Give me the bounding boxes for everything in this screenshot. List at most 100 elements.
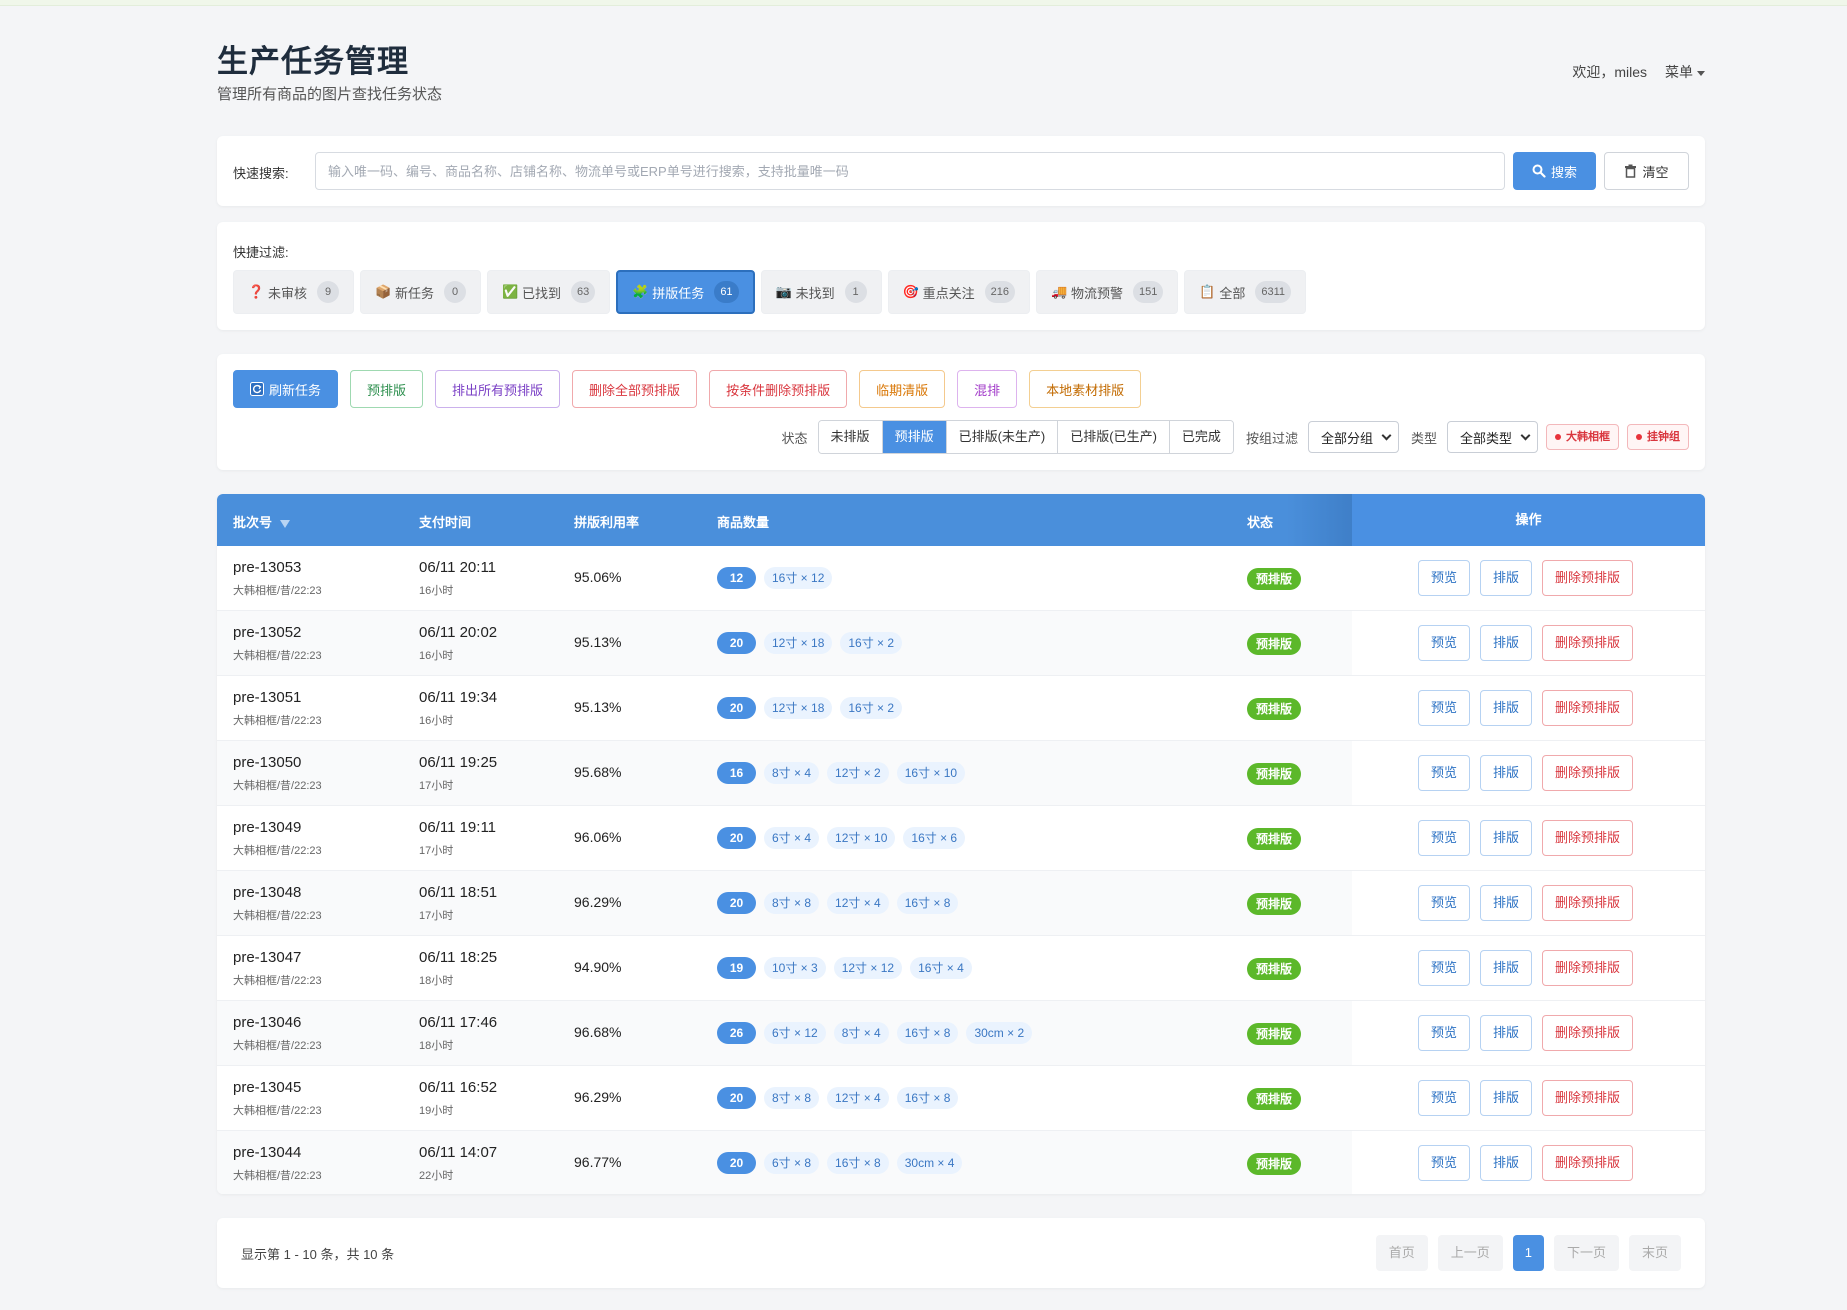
filter-unreviewed[interactable]: ❓ 未审核 9 [233,270,355,314]
preview-button[interactable]: 预览 [1418,885,1471,921]
size-chip: 12寸 × 18 [764,697,833,719]
status-option-pre-layout[interactable]: 预排版 [882,421,947,453]
qty-total-badge: 20 [717,827,756,849]
delete-pre-layout-button[interactable]: 删除预排版 [1542,950,1634,986]
pay-time-ago: 16小时 [419,585,454,597]
column-header-label: 批次号 [233,515,273,530]
row-actions: 预览 排版 删除预排版 [1418,1015,1634,1051]
local-material-layout-button[interactable]: 本地素材排版 [1029,370,1142,408]
export-all-pre-layout-button[interactable]: 排出所有预排版 [435,370,561,408]
layout-button[interactable]: 排版 [1480,950,1533,986]
pre-layout-button[interactable]: 预排版 [350,370,424,408]
preview-button[interactable]: 预览 [1418,1015,1471,1051]
menu-dropdown[interactable]: 菜单 [1665,62,1705,82]
batch-group-info: 大韩相框/昔/22:23 [233,975,322,987]
preview-button[interactable]: 预览 [1418,690,1471,726]
batch-group-info: 大韩相框/昔/22:23 [233,1170,322,1182]
delete-pre-layout-button[interactable]: 删除预排版 [1542,1015,1634,1051]
layout-button[interactable]: 排版 [1480,1145,1533,1181]
next-page-button[interactable]: 下一页 [1553,1235,1619,1271]
layout-rate: 96.68% [574,1024,622,1040]
layout-button[interactable]: 排版 [1480,1015,1533,1051]
group-filter-label: 按组过滤 [1245,430,1298,446]
qty-total-badge: 20 [717,697,756,719]
status-option-laid-produced[interactable]: 已排版(已生产) [1058,421,1170,453]
row-actions: 预览 排版 删除预排版 [1418,950,1634,986]
delete-pre-layout-button[interactable]: 删除预排版 [1542,690,1634,726]
table-row: pre-13045 大韩相框/昔/22:23 06/11 16:52 19小时 … [217,1066,1705,1131]
row-actions: 预览 排版 删除预排版 [1418,1145,1634,1181]
search-button[interactable]: 搜索 [1513,152,1596,190]
pay-time: 06/11 19:11 [419,819,497,836]
last-page-button[interactable]: 末页 [1628,1235,1681,1271]
layout-button[interactable]: 排版 [1480,1080,1533,1116]
preview-button[interactable]: 预览 [1418,1145,1471,1181]
row-actions: 预览 排版 删除预排版 [1418,755,1634,791]
filter-layout-task[interactable]: 🧩 拼版任务 61 [616,270,755,314]
status-option-laid-unproduced[interactable]: 已排版(未生产) [946,421,1059,453]
layout-button[interactable]: 排版 [1480,820,1533,856]
table-row: pre-13047 大韩相框/昔/22:23 06/11 18:25 18小时 … [217,936,1705,1001]
preview-button[interactable]: 预览 [1418,755,1471,791]
delete-pre-layout-button[interactable]: 删除预排版 [1542,1080,1634,1116]
delete-pre-layout-button[interactable]: 删除预排版 [1542,625,1634,661]
filter-not-found[interactable]: 📷 未找到 1 [760,270,882,314]
delete-pre-layout-button[interactable]: 删除预排版 [1542,560,1634,596]
filter-focus[interactable]: 🎯 重点关注 216 [887,270,1030,314]
qty-cell: 20 12寸 × 18 16寸 × 2 [717,632,903,654]
batch-number: pre-13050 [233,754,302,771]
delete-all-pre-layout-button[interactable]: 删除全部预排版 [572,370,698,408]
filter-count: 216 [984,281,1015,303]
filter-logistics-warning[interactable]: 🚚 物流预警 151 [1035,270,1179,314]
tag-clock-group[interactable]: 挂钟组 [1627,424,1689,450]
filter-found[interactable]: ✅ 已找到 63 [487,270,611,314]
size-chip: 8寸 × 8 [764,1087,820,1109]
preview-button[interactable]: 预览 [1418,560,1471,596]
preview-button[interactable]: 预览 [1418,625,1471,661]
table-header: 批次号 支付时间 拼版利用率 商品数量 状态 操作 [217,494,1705,546]
layout-button[interactable]: 排版 [1480,625,1533,661]
layout-button[interactable]: 排版 [1480,755,1533,791]
qty-cell: 19 10寸 × 3 12寸 × 12 16寸 × 4 [717,957,972,979]
type-select[interactable]: 全部类型 [1446,421,1538,453]
batch-group-info: 大韩相框/昔/22:23 [233,715,322,727]
row-actions: 预览 排版 删除预排版 [1418,820,1634,856]
column-header-batch[interactable]: 批次号 [233,512,291,531]
delete-by-condition-button[interactable]: 按条件删除预排版 [709,370,848,408]
sort-desc-icon[interactable] [280,519,291,528]
group-select[interactable]: 全部分组 [1307,421,1399,453]
filter-new-task[interactable]: 📦 新任务 0 [360,270,482,314]
layout-button[interactable]: 排版 [1480,560,1533,596]
clear-button[interactable]: 清空 [1604,152,1689,190]
pay-time: 06/11 18:51 [419,884,498,901]
search-input[interactable] [315,152,1505,190]
prev-page-button[interactable]: 上一页 [1437,1235,1503,1271]
preview-button[interactable]: 预览 [1418,1080,1471,1116]
layout-button[interactable]: 排版 [1480,885,1533,921]
size-chip: 16寸 × 4 [910,957,972,979]
preview-button[interactable]: 预览 [1418,950,1471,986]
delete-pre-layout-button[interactable]: 删除预排版 [1542,820,1634,856]
size-chip: 16寸 × 10 [896,762,966,784]
tag-label: 挂钟组 [1647,431,1680,443]
size-chip: 6寸 × 4 [764,827,820,849]
refresh-task-button[interactable]: 刷新任务 [233,370,339,408]
caret-down-icon [1697,70,1705,76]
batch-number: pre-13045 [233,1079,302,1096]
layout-button[interactable]: 排版 [1480,690,1533,726]
current-page-button[interactable]: 1 [1512,1235,1544,1271]
expiring-clear-button[interactable]: 临期清版 [859,370,946,408]
mixed-layout-button[interactable]: 混排 [957,370,1018,408]
first-page-button[interactable]: 首页 [1375,1235,1428,1271]
chevron-down-icon [1520,430,1531,440]
filter-all[interactable]: 📋 全部 6311 [1184,270,1306,314]
delete-pre-layout-button[interactable]: 删除预排版 [1542,1145,1634,1181]
tag-korean-frame[interactable]: 大韩相框 [1546,424,1619,450]
filter-count: 6311 [1255,281,1291,303]
preview-button[interactable]: 预览 [1418,820,1471,856]
delete-pre-layout-button[interactable]: 删除预排版 [1542,755,1634,791]
quick-filter-label: 快捷过滤: [233,245,289,260]
status-option-completed[interactable]: 已完成 [1169,421,1233,453]
delete-pre-layout-button[interactable]: 删除预排版 [1542,885,1634,921]
status-option-unlayout[interactable]: 未排版 [818,421,883,453]
